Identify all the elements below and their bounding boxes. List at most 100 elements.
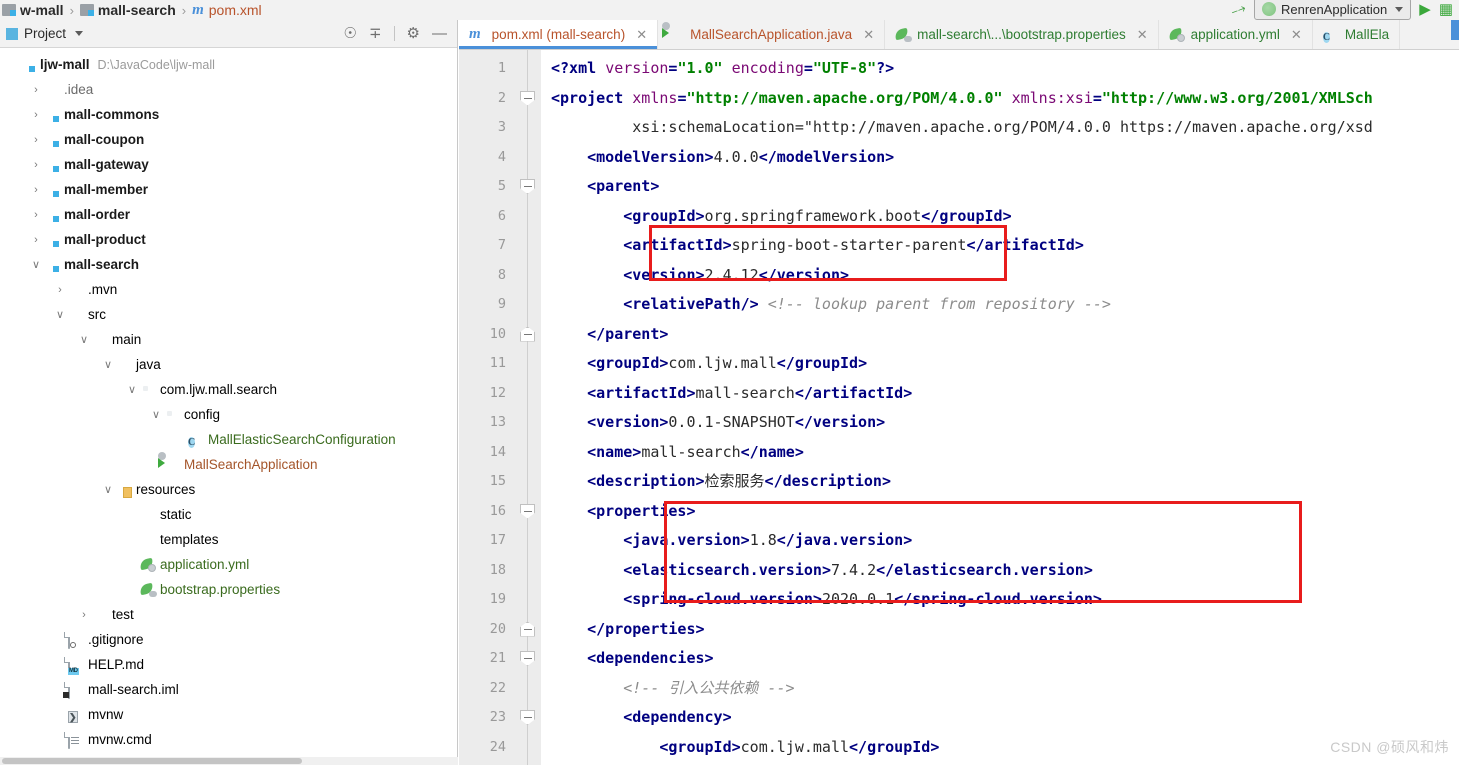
fold-row [515, 84, 541, 114]
tree-item-mallelasticsearchconfiguration[interactable]: C MallElasticSearchConfiguration [0, 427, 457, 452]
tree-item-mall-coupon[interactable]: › mall-coupon [0, 127, 457, 152]
tree-item-ljw-mall[interactable]: ljw-mall D:\JavaCode\ljw-mall [0, 52, 457, 77]
package-icon [140, 383, 156, 397]
chevron-down-icon[interactable]: ∨ [52, 308, 68, 321]
close-icon[interactable]: ✕ [1137, 27, 1148, 43]
chevron-down-icon[interactable]: ∨ [124, 383, 140, 396]
chevron-right-icon[interactable]: › [28, 84, 44, 96]
tree-item-mall-search[interactable]: ∨ mall-search [0, 252, 457, 277]
chevron-down-icon[interactable]: ∨ [28, 258, 44, 271]
tree-item-test[interactable]: › test [0, 602, 457, 627]
close-icon[interactable]: ✕ [863, 27, 874, 43]
project-title[interactable]: Project [6, 26, 84, 41]
chevron-right-icon[interactable]: › [28, 109, 44, 121]
tree-item-label: application.yml [160, 557, 250, 572]
watermark: CSDN @硕风和炜 [1330, 739, 1449, 755]
chevron-right-icon[interactable]: › [76, 609, 92, 621]
tree-item-src[interactable]: ∨ src [0, 302, 457, 327]
chevron-right-icon[interactable]: › [52, 284, 68, 296]
folder-plain-icon [68, 308, 84, 322]
project-horizontal-scrollbar[interactable] [0, 757, 458, 765]
fold-row [515, 674, 541, 704]
tree-item-config[interactable]: ∨ config [0, 402, 457, 427]
chevron-right-icon[interactable]: › [28, 209, 44, 221]
tree-item-mvn[interactable]: › .mvn [0, 277, 457, 302]
tree-item-idea[interactable]: › .idea [0, 77, 457, 102]
tree-item-label: mvnw [88, 707, 124, 722]
chevron-right-icon[interactable]: › [28, 134, 44, 146]
code-line: </properties> [587, 619, 705, 638]
chevron-right-icon[interactable]: › [28, 234, 44, 246]
services-grid-icon[interactable]: ▦ [1439, 0, 1453, 18]
tree-item-mall-member[interactable]: › mall-member [0, 177, 457, 202]
fold-collapse-icon[interactable] [520, 326, 535, 342]
line-number: 4 [497, 148, 506, 165]
chevron-right-icon[interactable]: › [28, 184, 44, 196]
tree-item-bootstrap-properties[interactable]: bootstrap.properties [0, 577, 457, 602]
tree-item-templates[interactable]: templates [0, 527, 457, 552]
editor-tab-application-yml[interactable]: application.yml ✕ [1159, 20, 1313, 49]
tree-item-mvnw[interactable]: ❯ mvnw [0, 702, 457, 727]
chevron-down-icon[interactable]: ∨ [100, 483, 116, 496]
spring-yml-icon [1167, 27, 1185, 42]
folder-module-icon [20, 58, 36, 72]
toolbar-divider [393, 26, 395, 41]
breadcrumb-item-pom-xml[interactable]: m pom.xml [192, 2, 262, 19]
gear-icon[interactable]: ⚙ [407, 26, 420, 41]
tree-item-application-yml[interactable]: application.yml [0, 552, 457, 577]
chevron-down-icon[interactable]: ∨ [76, 333, 92, 346]
fold-collapse-icon[interactable] [520, 179, 535, 194]
fold-collapse-icon[interactable] [520, 621, 535, 637]
editor-tab-mallsearchapplication-java[interactable]: MallSearchApplication.java ✕ [658, 20, 886, 49]
editor-tab-pom-xml-mall-search[interactable]: m pom.xml (mall-search) ✕ [459, 20, 659, 49]
tree-item-mall-product[interactable]: › mall-product [0, 227, 457, 252]
breadcrumb-item-module-root[interactable]: w-mall [2, 2, 64, 18]
fold-collapse-icon[interactable] [520, 90, 535, 106]
tree-item-main[interactable]: ∨ main [0, 327, 457, 352]
tree-item-gitignore[interactable]: .gitignore [0, 627, 457, 652]
fold-collapse-icon[interactable] [520, 651, 535, 666]
line-number: 1 [497, 60, 506, 76]
fold-collapse-icon[interactable] [520, 503, 535, 519]
tree-item-mall-gateway[interactable]: › mall-gateway [0, 152, 457, 177]
chevron-down-icon[interactable]: ∨ [100, 358, 116, 371]
folder-plain-icon [92, 333, 108, 347]
editor-tab-mall-search-bootstrap-properties[interactable]: mall-search\...\bootstrap.properties ✕ [885, 20, 1159, 49]
close-icon[interactable]: ✕ [1291, 27, 1302, 43]
breadcrumb-separator: › [181, 2, 187, 18]
tree-item-mvnw-cmd[interactable]: mvnw.cmd [0, 727, 457, 752]
wrench-icon[interactable]: ⤍ [1229, 0, 1248, 19]
collapse-all-icon[interactable]: ∓ [369, 26, 382, 41]
tree-item-static[interactable]: static [0, 502, 457, 527]
run-toolbar: ⤍ RenrenApplication ▶ ▦ [1229, 0, 1459, 20]
tree-item-label: HELP.md [88, 657, 145, 672]
tree-item-com-ljw-mall-search[interactable]: ∨ com.ljw.mall.search [0, 377, 457, 402]
run-configuration-selector[interactable]: RenrenApplication [1254, 0, 1412, 20]
tree-item-mall-order[interactable]: › mall-order [0, 202, 457, 227]
tree-item-java[interactable]: ∨ java [0, 352, 457, 377]
tree-item-help-md[interactable]: MD HELP.md [0, 652, 457, 677]
chevron-down-icon[interactable]: ∨ [148, 408, 164, 421]
tree-item-mallsearchapplication[interactable]: MallSearchApplication [0, 452, 457, 477]
chevron-right-icon[interactable]: › [28, 159, 44, 171]
editor-tab-mallela[interactable]: C MallEla [1313, 20, 1401, 49]
scrollbar-thumb[interactable] [2, 758, 302, 764]
scroll-from-source-icon[interactable]: ☉ [344, 26, 357, 41]
hide-panel-icon[interactable]: — [432, 26, 447, 41]
tree-item-resources[interactable]: ∨ resources [0, 477, 457, 502]
editor-scrollbar-top[interactable] [1451, 20, 1459, 40]
code-content[interactable]: <?xml version="1.0" encoding="UTF-8"?> <p… [541, 50, 1459, 765]
close-icon[interactable]: ✕ [636, 27, 647, 43]
tree-item-mall-search-iml[interactable]: mall-search.iml [0, 677, 457, 702]
breadcrumb-item-mall-search[interactable]: mall-search [79, 2, 176, 18]
editor-area: m pom.xml (mall-search) ✕ MallSearchApplica… [459, 20, 1459, 765]
java-runnable-class-icon [668, 28, 684, 42]
fold-collapse-icon[interactable] [520, 710, 535, 725]
tree-item-mall-commons[interactable]: › mall-commons [0, 102, 457, 127]
editor-tab-label: application.yml [1190, 27, 1280, 42]
chevron-down-icon[interactable] [75, 31, 84, 36]
run-play-icon[interactable]: ▶ [1419, 0, 1431, 18]
